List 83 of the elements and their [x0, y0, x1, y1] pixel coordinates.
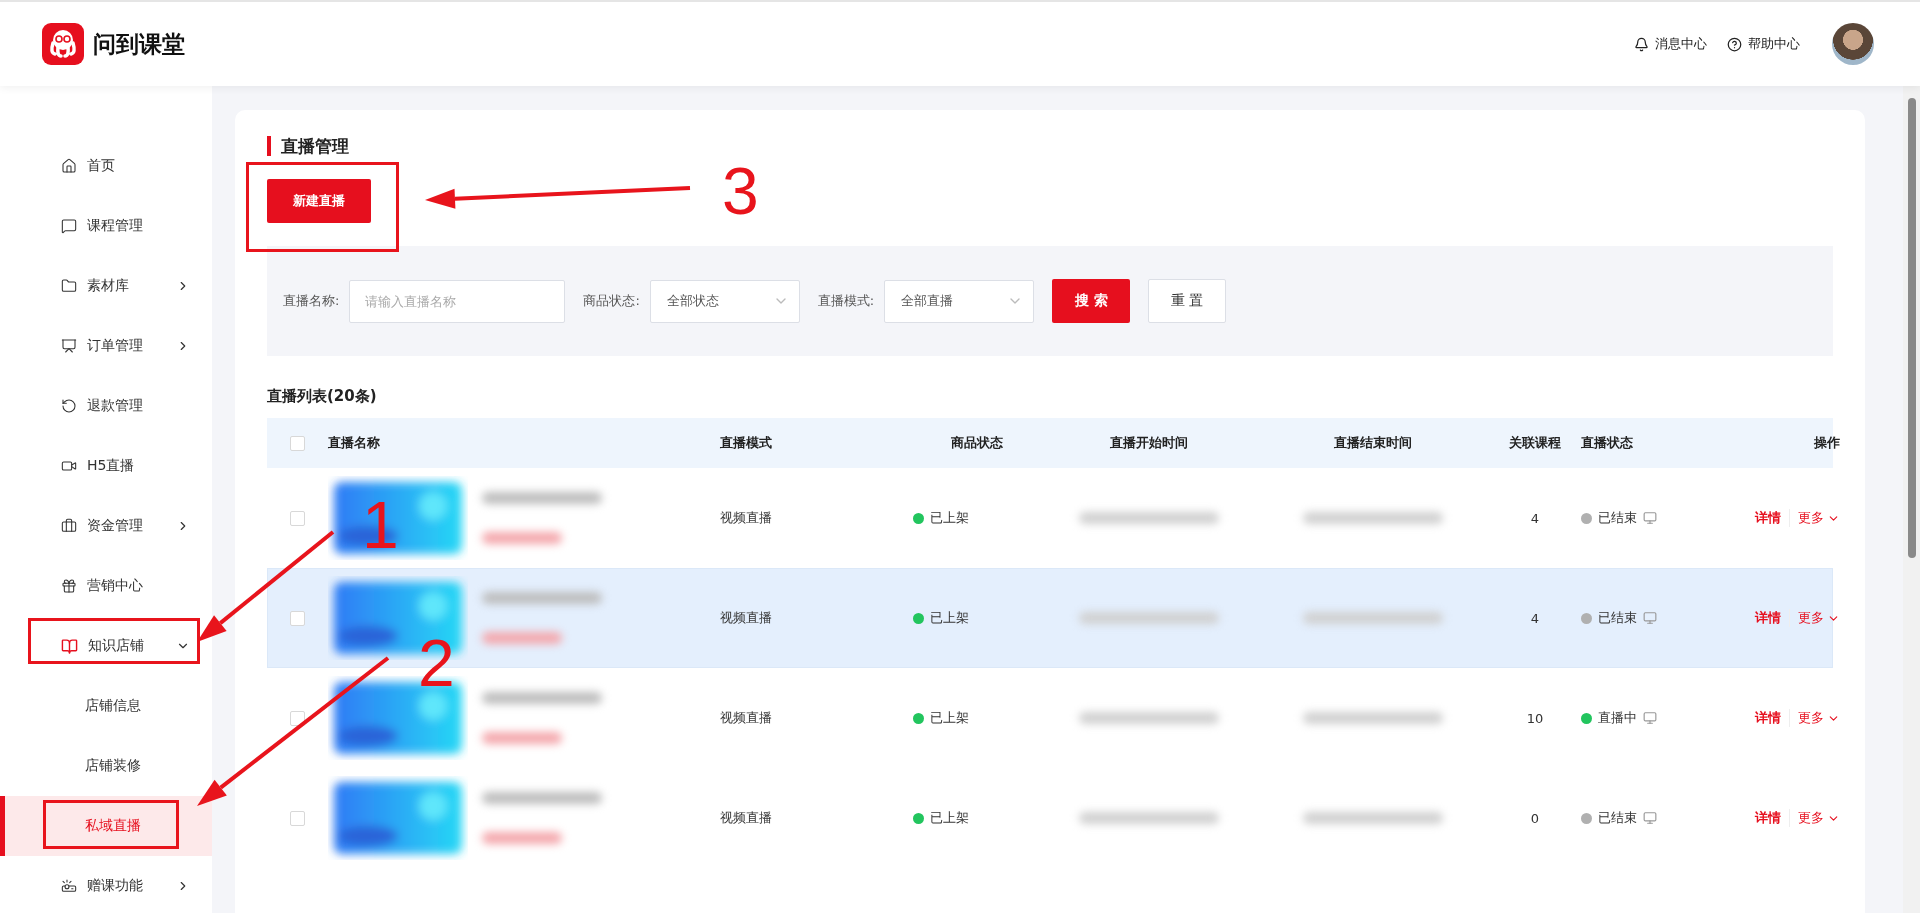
table-cell: 已上架 — [930, 809, 969, 827]
new-live-button[interactable]: 新建直播 — [267, 179, 371, 223]
search-button[interactable]: 搜 索 — [1052, 279, 1131, 323]
monitor-icon[interactable] — [1643, 811, 1657, 825]
column-header: 操作 — [1814, 434, 1841, 452]
sidebar-item[interactable]: 赠课功能 — [0, 856, 212, 913]
row-checkbox[interactable] — [290, 810, 305, 826]
help-icon — [1727, 36, 1742, 52]
row-checkbox[interactable] — [290, 510, 305, 526]
detail-link[interactable]: 详情 — [1755, 509, 1781, 527]
table-cell: 视频直播 — [720, 809, 772, 827]
table-cell: 视频直播 — [720, 709, 772, 727]
sidebar-item[interactable]: 订单管理 — [0, 316, 212, 376]
menu-icon — [61, 578, 77, 594]
table-cell: 已结束 — [1598, 609, 1637, 627]
table-cell: 10 — [1526, 710, 1544, 726]
menu-icon — [61, 218, 77, 234]
page-title: 直播管理 — [267, 136, 1833, 156]
column-header: 关联课程 — [1509, 434, 1561, 452]
menu-icon — [61, 158, 77, 174]
avatar[interactable] — [1832, 23, 1874, 65]
menu-icon — [61, 338, 77, 354]
column-header: 直播状态 — [1581, 434, 1633, 452]
list-title: 直播列表(20条) — [267, 386, 378, 407]
select-all-checkbox[interactable] — [290, 435, 305, 451]
monitor-icon[interactable] — [1643, 711, 1657, 725]
name-input-field[interactable]: 请输入直播名称 — [349, 279, 566, 323]
more-link[interactable]: 更多 — [1789, 809, 1840, 827]
more-link[interactable]: 更多 — [1789, 709, 1840, 727]
table-cell: 已上架 — [930, 509, 969, 527]
sidebar-item[interactable]: 课程管理 — [0, 196, 212, 256]
reset-button[interactable]: 重 置 — [1148, 279, 1227, 323]
octopus-logo-icon — [42, 23, 84, 65]
detail-link[interactable]: 详情 — [1755, 609, 1781, 627]
annotation-number: 3 — [722, 158, 759, 224]
table-cell: 4 — [1530, 610, 1540, 626]
field-label: 商品状态: — [583, 292, 640, 310]
book-icon — [61, 637, 78, 655]
status-select[interactable]: 全部状态 — [649, 279, 800, 323]
table-cell: 已结束 — [1598, 509, 1637, 527]
table-cell: 视频直播 — [720, 609, 772, 627]
submenu-item[interactable]: 店铺装修 — [0, 736, 212, 796]
table-cell: 直播中 — [1598, 709, 1637, 727]
menu-icon — [61, 458, 77, 474]
column-header: 直播结束时间 — [1334, 434, 1412, 452]
table-cell: 已上架 — [930, 709, 969, 727]
sidebar-item[interactable]: 首页 — [0, 136, 212, 196]
field-label: 直播名称: — [283, 292, 340, 310]
header-link[interactable]: 消息中心 — [1634, 35, 1707, 53]
scrollbar[interactable] — [1903, 86, 1920, 913]
column-header: 商品状态 — [951, 434, 1003, 452]
annotation-number: 1 — [362, 492, 399, 558]
more-link[interactable]: 更多 — [1789, 609, 1840, 627]
field-label: 直播模式: — [817, 292, 875, 310]
monitor-icon[interactable] — [1643, 611, 1657, 625]
sidebar-item[interactable]: 退款管理 — [0, 376, 212, 436]
detail-link[interactable]: 详情 — [1755, 809, 1781, 827]
column-header: 直播开始时间 — [1110, 434, 1188, 452]
brand-name: 问到课堂 — [93, 29, 185, 59]
table-cell: 4 — [1530, 510, 1540, 526]
sidebar-item[interactable]: H5直播 — [0, 436, 212, 496]
menu-icon — [61, 278, 77, 294]
monitor-icon[interactable] — [1643, 511, 1657, 525]
detail-link[interactable]: 详情 — [1755, 709, 1781, 727]
submenu-item[interactable]: 店铺信息 — [0, 676, 212, 736]
table-cell: 已上架 — [930, 609, 969, 627]
bell-icon — [1634, 36, 1649, 52]
row-checkbox[interactable] — [290, 610, 305, 626]
sidebar-item[interactable]: 营销中心 — [0, 556, 212, 616]
column-header: 直播模式 — [720, 434, 772, 452]
table-cell: 0 — [1530, 810, 1540, 826]
more-link[interactable]: 更多 — [1789, 509, 1840, 527]
menu-icon — [61, 518, 77, 534]
column-header: 直播名称 — [328, 434, 380, 452]
table-cell: 已结束 — [1598, 809, 1637, 827]
sidebar-item[interactable]: 素材库 — [0, 256, 212, 316]
sidebar-item[interactable]: 资金管理 — [0, 496, 212, 556]
sidebar-item[interactable]: 知识店铺 — [0, 616, 212, 676]
menu-icon — [61, 398, 77, 414]
menu-icon — [61, 878, 77, 894]
header-link[interactable]: 帮助中心 — [1727, 35, 1800, 53]
table-cell: 视频直播 — [720, 509, 772, 527]
mode-select[interactable]: 全部直播 — [884, 279, 1035, 323]
